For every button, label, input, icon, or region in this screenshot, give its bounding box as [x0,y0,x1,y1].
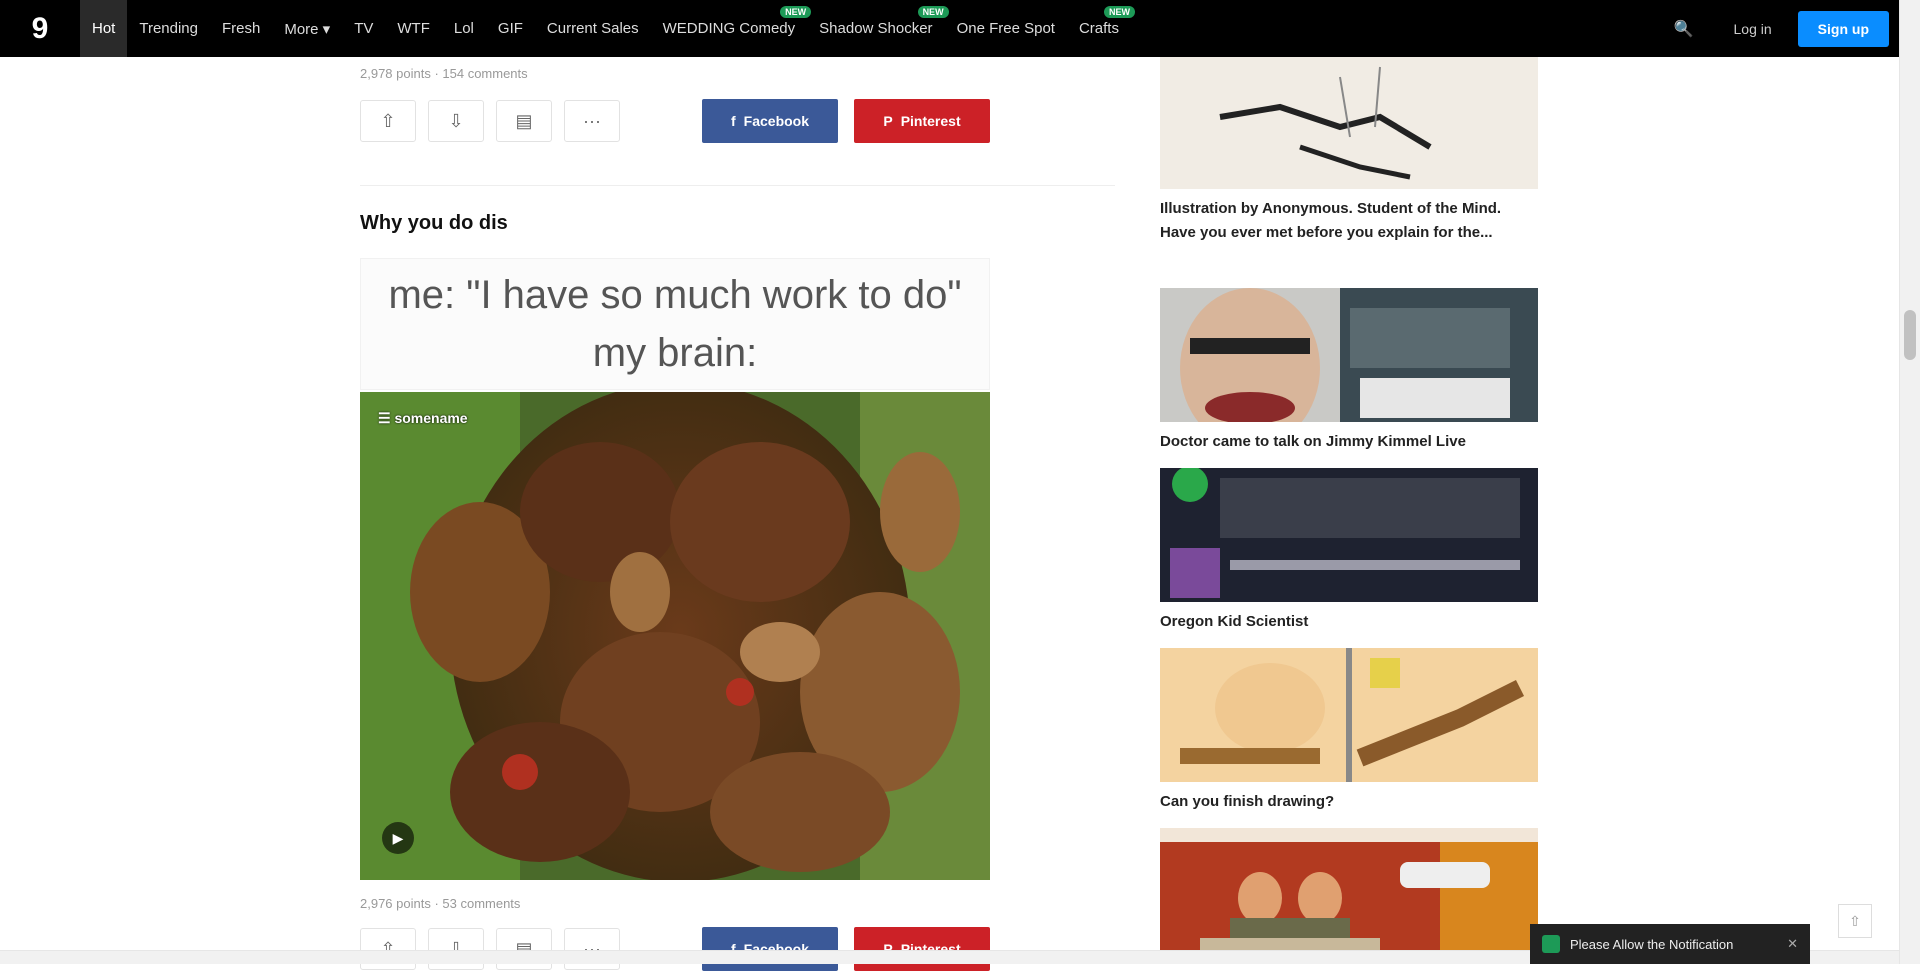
cartoon-drawing [1160,648,1538,782]
upvote-button[interactable]: ⇧ [360,100,416,142]
comic-panel [1160,828,1538,964]
nav-item-label: TV [354,20,374,37]
pinterest-label: Pinterest [900,113,961,129]
nav-item[interactable]: Lol [442,0,486,57]
vertical-scrollbar[interactable] [1899,0,1920,964]
login-link[interactable]: Log in [1708,21,1798,37]
nav-item[interactable]: GIF [486,0,535,57]
post-image[interactable]: ☰ somename ▶ [360,392,990,880]
nav-item[interactable]: Crafts NEW [1067,0,1135,57]
sketch-illustration [1160,57,1538,189]
nav-item-label: Fresh [222,20,261,37]
toast-text: Please Allow the Notification [1570,936,1734,952]
nav-item-label: More ▾ [284,20,331,38]
nav-item[interactable]: Fresh [210,0,272,57]
nav-item[interactable]: Trending [127,0,210,57]
nav-item[interactable]: Hot [80,0,128,57]
sidebar-thumbnail [1160,57,1538,189]
pinterest-icon: P [883,113,893,129]
sidebar-item[interactable]: Oregon Kid Scientist [1160,468,1538,634]
sidebar-item[interactable]: Doctor came to talk on Jimmy Kimmel Live [1160,288,1538,454]
nav-item[interactable]: WTF [385,0,441,57]
search-icon[interactable]: 🔍 [1660,0,1708,57]
more-button[interactable]: ··· [564,100,620,142]
notification-toast[interactable]: Please Allow the Notification ✕ [1530,924,1810,964]
sidebar-thumbnail [1160,288,1538,422]
nav-item-label: Shadow Shocker [819,20,933,37]
post-actions: ⇧ ⇩ ▤ ··· f Facebook P Pinterest [360,926,990,972]
nav-item-label: Hot [92,20,116,37]
nav-item[interactable]: TV [342,0,385,57]
post-divider [360,185,1115,186]
back-to-top-button[interactable]: ⇧ [1838,904,1872,938]
sidebar-item-title: Doctor came to talk on Jimmy Kimmel Live [1160,433,1466,450]
nav-item[interactable]: More ▾ [272,0,342,57]
dark-screenshot [1160,468,1538,602]
signup-button[interactable]: Sign up [1797,10,1889,47]
logo[interactable]: 9 [0,0,80,57]
meme-caption: me: "I have so much work to do" my brain… [360,258,990,390]
nav-item-label: One Free Spot [956,20,1055,37]
scrollbar-thumb[interactable] [1904,310,1916,360]
sidebar-item-title: Illustration by Anonymous. Student of th… [1160,200,1502,241]
meme-watermark: ☰ somename [378,410,468,426]
sidebar-item-title: Oregon Kid Scientist [1160,613,1309,630]
nav-item-label: Crafts [1078,20,1119,37]
sidebar-thumbnail [1160,828,1538,964]
sidebar-item[interactable]: Can you finish drawing? [1160,648,1538,814]
notification-icon [1542,935,1560,953]
sidebar-thumbnail [1160,468,1538,602]
play-icon[interactable]: ▶ [382,822,414,854]
top-navigation-bar: 9 Hot Trending Fresh More ▾ TV WTF Lol GIF Curre… [0,0,1899,57]
nav-item-label: Current Sales [546,20,639,37]
nav-item-label: Trending [139,20,198,37]
downvote-button[interactable]: ⇩ [428,100,484,142]
nav-items: Hot Trending Fresh More ▾ TV WTF Lol GIF Current… [80,0,1135,57]
sidebar-item[interactable] [1160,828,1538,964]
new-badge: NEW [1103,6,1135,18]
nav-item-label: GIF [497,20,523,37]
post-title[interactable]: Why you do dis [360,212,508,235]
sidebar-item[interactable]: Illustration by Anonymous. Student of th… [1160,57,1538,245]
sidebar-item-title: Can you finish drawing? [1160,793,1335,810]
nav-item-label: Lol [453,20,474,37]
post-actions: ⇧ ⇩ ▤ ··· f Facebook P Pinterest [360,98,990,144]
man-face-photo [1160,288,1538,422]
post-meta[interactable]: 2,976 points · 53 comments [360,896,520,911]
facebook-icon: f [730,113,736,129]
nav-item[interactable]: Shadow Shocker NEW [807,0,949,57]
chickens-image [360,392,990,880]
nav-item[interactable]: Current Sales [535,0,651,57]
facebook-share-button[interactable]: f Facebook [702,927,838,971]
nav-item[interactable]: WEDDING Comedy NEW [651,0,812,57]
post-meta[interactable]: 2,978 points · 154 comments [360,66,528,81]
facebook-share-button[interactable]: f Facebook [702,99,838,143]
nav-item-label: WEDDING Comedy [662,20,796,37]
pinterest-share-button[interactable]: P Pinterest [854,99,990,143]
meme-caption-line-1: me: "I have so much work to do" [388,273,962,317]
comment-button[interactable]: ▤ [496,100,552,142]
nav-item[interactable]: One Free Spot [945,0,1067,57]
nav-item-label: WTF [397,20,430,37]
sidebar-thumbnail [1160,648,1538,782]
meme-caption-line-2: my brain: [592,331,758,375]
close-icon[interactable]: ✕ [1787,936,1798,952]
facebook-label: Facebook [743,113,810,129]
pinterest-share-button[interactable]: P Pinterest [854,927,990,971]
